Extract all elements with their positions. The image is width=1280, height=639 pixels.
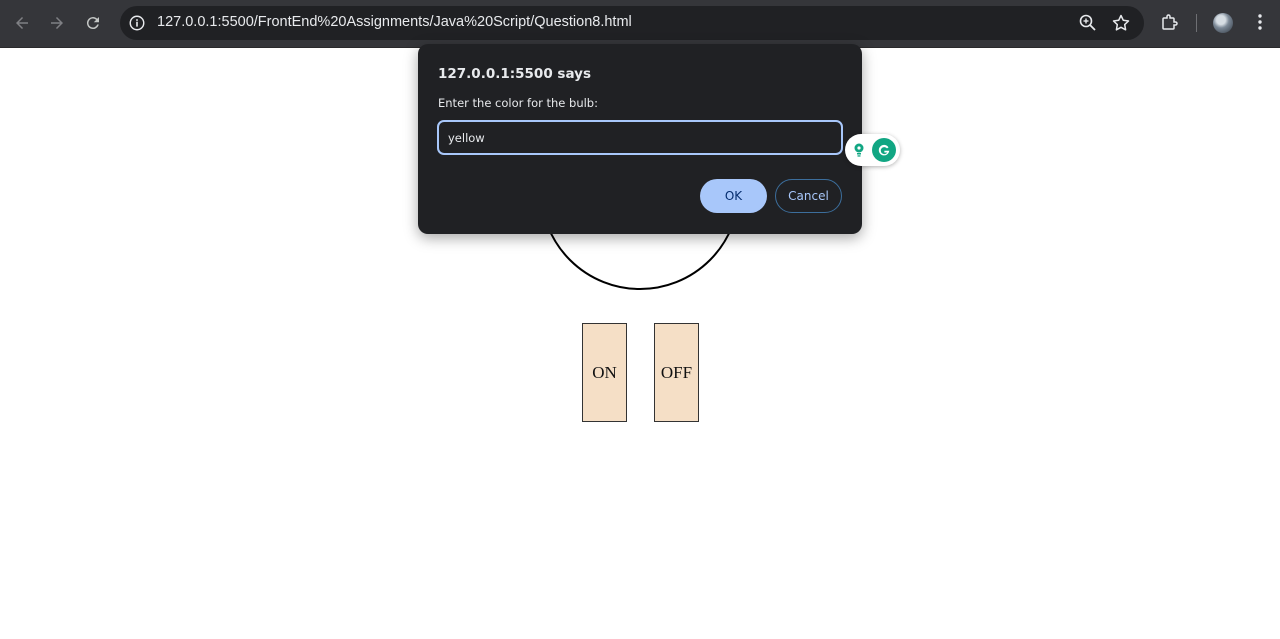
browser-toolbar: 127.0.0.1:5500/FrontEnd%20Assignments/Ja… bbox=[0, 0, 1280, 48]
profile-avatar[interactable] bbox=[1213, 13, 1233, 33]
prompt-input[interactable] bbox=[437, 120, 843, 155]
bookmark-star-icon[interactable] bbox=[1111, 13, 1131, 33]
grammarly-widget[interactable] bbox=[845, 134, 900, 166]
reload-icon bbox=[86, 17, 99, 30]
reload-button[interactable] bbox=[81, 11, 105, 35]
back-icon bbox=[16, 17, 28, 29]
url-text[interactable]: 127.0.0.1:5500/FrontEnd%20Assignments/Ja… bbox=[157, 14, 632, 30]
back-button[interactable] bbox=[10, 11, 34, 35]
dialog-title: 127.0.0.1:5500 says bbox=[438, 66, 591, 82]
extensions-icon[interactable] bbox=[1160, 12, 1180, 32]
forward-button[interactable] bbox=[45, 11, 69, 35]
prompt-dialog: 127.0.0.1:5500 says Enter the color for … bbox=[418, 44, 862, 234]
lightbulb-icon bbox=[854, 143, 864, 157]
dialog-message: Enter the color for the bulb: bbox=[438, 96, 598, 110]
toolbar-divider bbox=[1196, 14, 1197, 32]
zoom-icon[interactable] bbox=[1078, 13, 1098, 33]
on-switch[interactable]: ON bbox=[582, 323, 627, 422]
off-switch-label: OFF bbox=[660, 362, 693, 382]
cancel-button[interactable]: Cancel bbox=[775, 179, 842, 213]
site-info-icon[interactable] bbox=[127, 13, 147, 33]
address-bar[interactable]: 127.0.0.1:5500/FrontEnd%20Assignments/Ja… bbox=[120, 6, 1144, 40]
forward-icon bbox=[51, 17, 63, 29]
grammarly-logo-icon bbox=[872, 138, 896, 162]
ok-button[interactable]: OK bbox=[700, 179, 767, 213]
off-switch[interactable]: OFF bbox=[654, 323, 699, 422]
menu-icon[interactable] bbox=[1250, 12, 1270, 32]
on-switch-label: ON bbox=[592, 362, 617, 382]
